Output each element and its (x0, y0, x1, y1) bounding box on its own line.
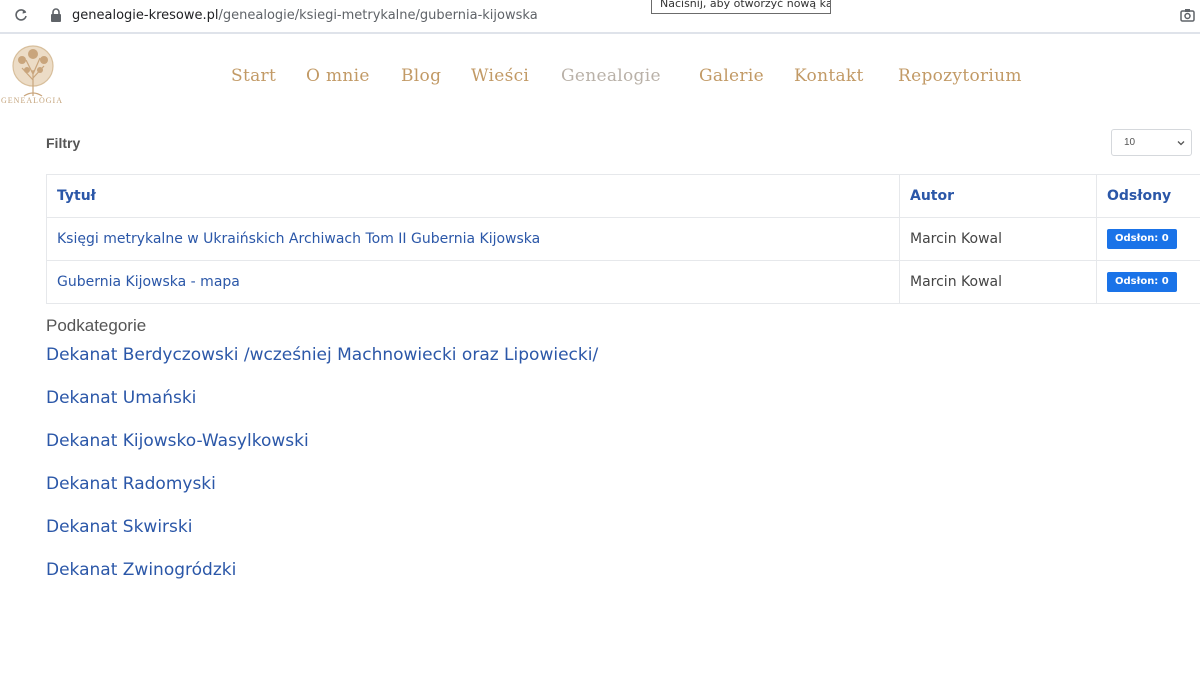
row-title-cell: Księgi metrykalne w Ukraińskich Archiwac… (46, 217, 900, 261)
nav-wiesci[interactable]: Wieści (471, 66, 529, 86)
header-author[interactable]: Autor (899, 174, 1097, 218)
views-badge: Odsłon: 0 (1107, 272, 1177, 292)
table-row: Księgi metrykalne w Ukraińskich Archiwac… (46, 217, 1200, 261)
lock-icon[interactable] (50, 8, 62, 22)
reload-icon[interactable] (14, 8, 28, 22)
row-author: Marcin Kowal (899, 217, 1097, 261)
row-title-cell: Gubernia Kijowska - mapa (46, 260, 900, 304)
page-size-value: 10 (1124, 137, 1136, 148)
subcategories-list: Dekanat Berdyczowski /wcześniej Machnowi… (46, 345, 946, 603)
page-size-select[interactable]: 10 (1111, 129, 1192, 156)
url-path: /genealogie/ksiegi-metrykalne/gubernia-k… (218, 8, 538, 23)
nav-repozytorium[interactable]: Repozytorium (898, 66, 1022, 86)
subcategory-link[interactable]: Dekanat Umański (46, 388, 946, 409)
subcategory-link[interactable]: Dekanat Skwirski (46, 517, 946, 538)
subcategories-heading: Podkategorie (46, 316, 147, 335)
nav-galerie[interactable]: Galerie (699, 66, 764, 86)
url-field[interactable]: genealogie-kresowe.pl/genealogie/ksiegi-… (72, 8, 538, 23)
main-nav: Start O mnie Blog Wieści Genealogie Gale… (0, 66, 1200, 90)
subcategory-link[interactable]: Dekanat Radomyski (46, 474, 946, 495)
row-views-cell: Odsłon: 0 (1096, 217, 1200, 261)
url-domain: genealogie-kresowe.pl (72, 8, 219, 23)
header-title[interactable]: Tytuł (46, 174, 900, 218)
nav-o-mnie[interactable]: O mnie (306, 66, 370, 86)
subcategory-link[interactable]: Dekanat Zwinogródzki (46, 560, 946, 581)
nav-kontakt[interactable]: Kontakt (794, 66, 864, 86)
browser-address-bar: genealogie-kresowe.pl/genealogie/ksiegi-… (0, 0, 1200, 34)
header-views[interactable]: Odsłony (1096, 174, 1200, 218)
nav-start[interactable]: Start (231, 66, 276, 86)
table-row: Gubernia Kijowska - mapa Marcin Kowal Od… (46, 260, 1200, 304)
nav-blog[interactable]: Blog (401, 66, 441, 86)
subcategory-link[interactable]: Dekanat Kijowsko-Wasylkowski (46, 431, 946, 452)
new-tab-tooltip: Naciśnij, aby otworzyć nową kartę (651, 0, 831, 14)
row-views-cell: Odsłon: 0 (1096, 260, 1200, 304)
chevron-down-icon (1177, 141, 1185, 146)
camera-icon[interactable] (1180, 8, 1195, 22)
table-header-row: Tytuł Autor Odsłony (46, 174, 1200, 218)
views-badge: Odsłon: 0 (1107, 229, 1177, 249)
article-link[interactable]: Księgi metrykalne w Ukraińskich Archiwac… (57, 231, 540, 247)
row-author: Marcin Kowal (899, 260, 1097, 304)
nav-genealogie[interactable]: Genealogie (561, 66, 661, 86)
filters-label[interactable]: Filtry (46, 135, 80, 151)
subcategory-link[interactable]: Dekanat Berdyczowski /wcześniej Machnowi… (46, 345, 946, 366)
logo-text: GENEALOGIA (1, 96, 63, 105)
article-link[interactable]: Gubernia Kijowska - mapa (57, 274, 240, 290)
articles-table: Tytuł Autor Odsłony Księgi metrykalne w … (46, 174, 1200, 304)
